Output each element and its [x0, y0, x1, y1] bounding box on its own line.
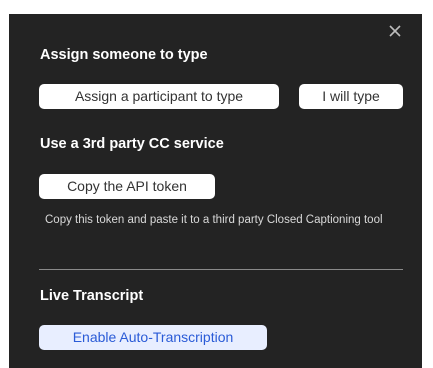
api-token-help-text: Copy this token and paste it to a third …: [45, 214, 383, 226]
assign-section-title: Assign someone to type: [40, 47, 208, 63]
close-button[interactable]: [386, 22, 404, 40]
third-party-section-title: Use a 3rd party CC service: [40, 136, 224, 152]
closed-caption-popup: Assign someone to type Assign a particip…: [9, 14, 422, 368]
i-will-type-button[interactable]: I will type: [299, 84, 403, 109]
enable-auto-transcription-button[interactable]: Enable Auto-Transcription: [39, 325, 267, 350]
assign-participant-button[interactable]: Assign a participant to type: [39, 84, 279, 109]
close-icon: [389, 25, 401, 37]
section-divider: [39, 269, 403, 270]
screen: Assign someone to type Assign a particip…: [0, 0, 433, 368]
live-transcript-section-title: Live Transcript: [40, 288, 144, 304]
copy-api-token-button[interactable]: Copy the API token: [39, 174, 215, 199]
